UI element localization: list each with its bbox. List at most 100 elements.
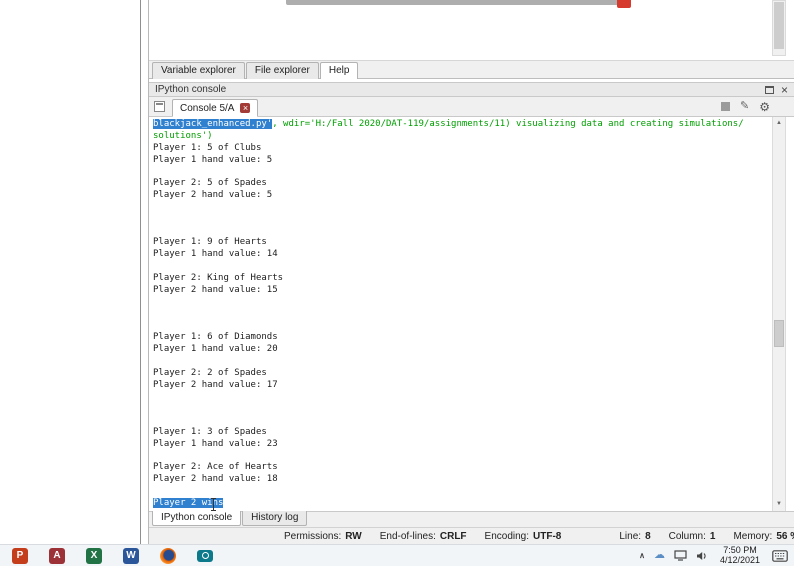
console-tab-label: Console 5/A	[180, 102, 235, 114]
tab-console-5a[interactable]: Console 5/A ×	[172, 99, 259, 117]
explorer-tabs: Variable explorer File explorer Help	[149, 60, 794, 79]
status-label: Permissions:	[284, 530, 342, 542]
scroll-up-icon[interactable]: ▲	[773, 117, 785, 130]
status-label: Column:	[668, 530, 706, 542]
touch-keyboard-icon[interactable]	[772, 549, 788, 562]
console-text: Player 2: 2 of Spades	[153, 367, 267, 378]
editor-scrollbar[interactable]	[772, 0, 786, 56]
status-memory: Memory:56 %	[733, 531, 794, 542]
speaker-icon[interactable]	[696, 551, 708, 561]
cloud-icon[interactable]: ☁	[654, 550, 665, 561]
status-encoding: Encoding: UTF-8	[485, 531, 562, 542]
tab-variable-explorer[interactable]: Variable explorer	[152, 62, 245, 79]
console-line: Player 1 hand value: 20	[153, 344, 772, 356]
editor-scrollbar-thumb[interactable]	[774, 2, 784, 49]
tab-file-explorer[interactable]: File explorer	[245, 62, 319, 79]
word-icon[interactable]: W	[123, 547, 139, 564]
console-scrollbar-thumb[interactable]	[774, 320, 784, 347]
console-text: Player 2: 5 of Spades	[153, 178, 267, 189]
console-line: Player 2 hand value: 17	[153, 380, 772, 392]
console-line: Player 2 hand value: 18	[153, 474, 772, 486]
hidden-icons-chevron-icon[interactable]: ∧	[639, 551, 645, 560]
access-icon[interactable]: A	[49, 547, 65, 564]
console-text: Player 1 hand value: 23	[153, 438, 278, 449]
excel-icon[interactable]: X	[86, 547, 102, 564]
console-line: Player 1 hand value: 5	[153, 155, 772, 167]
console-text: Player 2 hand value: 17	[153, 379, 278, 390]
status-label: Encoding:	[484, 530, 530, 542]
console-text: , wdir='H:/Fall 2020/DAT-119/assignments…	[272, 119, 744, 129]
console-line: Player 1 hand value: 14	[153, 249, 772, 261]
bottom-pane-tabs: IPython console History log	[149, 511, 794, 527]
status-value: 8	[645, 530, 651, 542]
camera-icon[interactable]	[197, 549, 213, 562]
firefox-icon[interactable]	[160, 547, 176, 564]
console-icon[interactable]	[154, 101, 165, 112]
console-line: Player 1: 9 of Hearts	[153, 237, 772, 249]
console-text: Player 2 hand value: 5	[153, 190, 273, 201]
console-line: Player 2: 2 of Spades	[153, 368, 772, 380]
tab-ipython-console[interactable]: IPython console	[152, 511, 242, 526]
console-line: solutions')	[153, 131, 772, 143]
console-output[interactable]: blackjack_enhanced.py', wdir='H:/Fall 20…	[149, 117, 772, 511]
console-text: Player 1 hand value: 20	[153, 344, 278, 355]
ipython-pane-header: IPython console ×	[149, 82, 794, 97]
console-line	[153, 166, 772, 178]
taskbar-apps: PAXW	[0, 547, 213, 564]
status-end-of-lines: End-of-lines: CRLF	[380, 531, 467, 542]
status-bar: Permissions: RW End-of-lines: CRLF Encoding:…	[149, 527, 794, 544]
console-text: Player 1: 3 of Spades	[153, 426, 267, 437]
scroll-down-icon[interactable]: ▼	[773, 498, 785, 511]
console-line	[153, 391, 772, 403]
console-line: Player 2 hand value: 5	[153, 190, 772, 202]
status-value: UTF-8	[533, 530, 562, 542]
display-icon[interactable]	[674, 550, 687, 561]
status-label: Memory:	[733, 530, 773, 542]
record-button[interactable]	[617, 0, 631, 8]
background-window	[0, 0, 141, 544]
console-line	[153, 486, 772, 498]
close-pane-icon[interactable]: ×	[781, 84, 788, 96]
console-text: Player 1 hand value: 14	[153, 249, 278, 260]
taskbar-clock[interactable]: 7:50 PM 4/12/2021	[719, 545, 760, 565]
status-value: RW	[345, 530, 362, 542]
undock-pane-icon[interactable]	[764, 85, 774, 94]
clock-date: 4/12/2021	[719, 554, 760, 565]
status-value: 56 %	[776, 530, 794, 542]
console-scrollbar[interactable]: ▲ ▼	[772, 117, 786, 511]
console-line: Player 2: 5 of Spades	[153, 178, 772, 190]
console-line	[153, 261, 772, 273]
powerpoint-icon[interactable]: P	[12, 547, 28, 564]
gear-icon[interactable]: ⚙	[759, 101, 770, 113]
status-label: Line:	[619, 530, 642, 542]
console-text: solutions')	[153, 130, 213, 141]
tab-history-log[interactable]: History log	[242, 511, 308, 526]
console-text: Player 2: King of Hearts	[153, 272, 284, 283]
console-line	[153, 202, 772, 214]
status-permissions: Permissions: RW	[284, 531, 362, 542]
console-line	[153, 451, 772, 463]
pencil-icon[interactable]: ✎	[740, 101, 749, 112]
console-line	[153, 226, 772, 238]
status-label: End-of-lines:	[379, 530, 436, 542]
tab-help[interactable]: Help	[319, 62, 359, 79]
spyder-window: Variable explorer File explorer Help IPyth…	[148, 0, 794, 544]
console-tabbar: Console 5/A × ✎ ⚙	[149, 97, 794, 117]
console-line: Player 2: King of Hearts	[153, 273, 772, 285]
console-text: Player 2 hand value: 18	[153, 474, 278, 485]
mouse-text-cursor	[211, 498, 216, 511]
console-text: Player 2 hand value: 15	[153, 284, 278, 295]
close-console-tab-icon[interactable]: ×	[240, 103, 251, 113]
console-line	[153, 309, 772, 321]
status-value: 1	[709, 530, 716, 542]
stop-icon[interactable]	[721, 102, 731, 111]
